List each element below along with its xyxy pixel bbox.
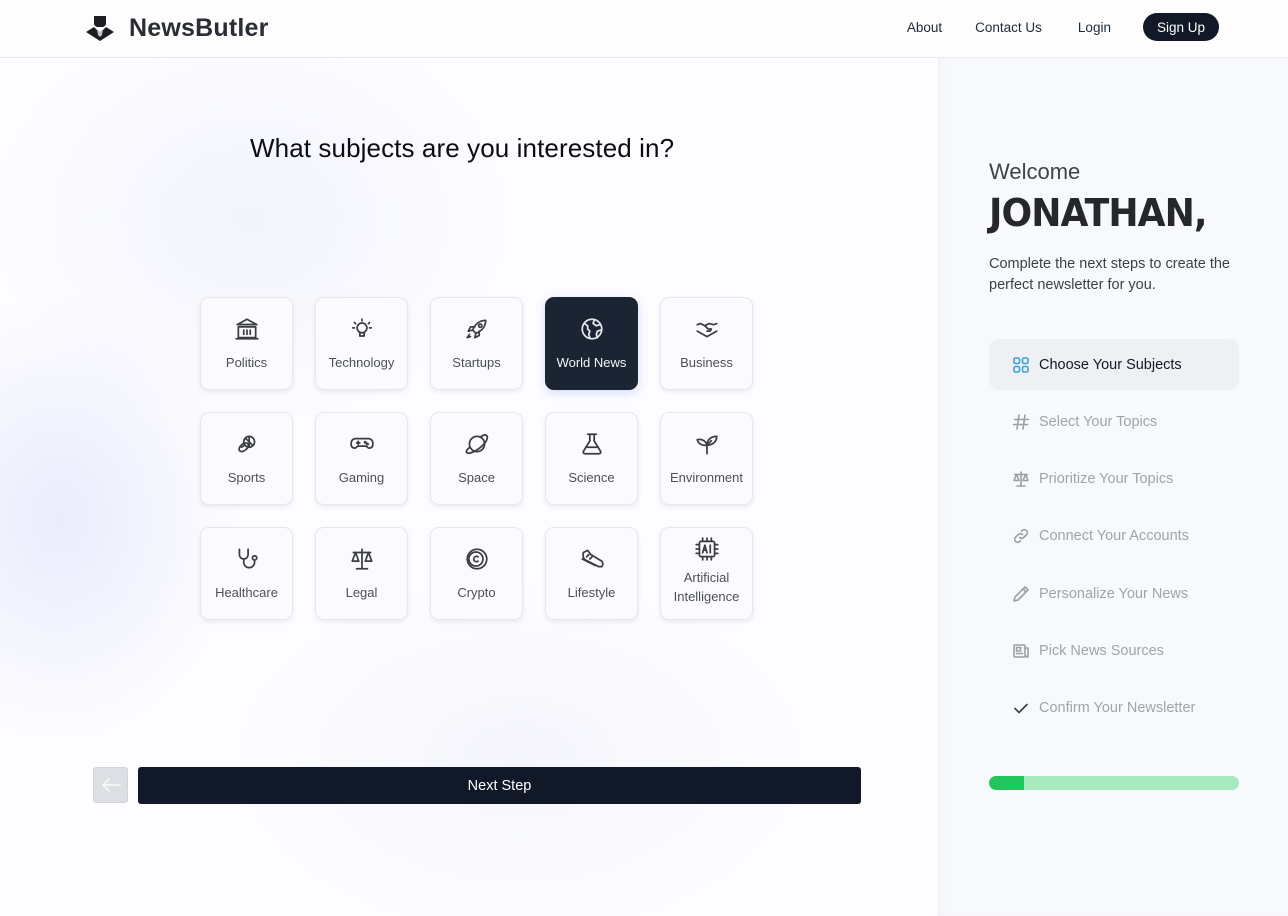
- subject-label: Artificial Intelligence: [673, 569, 740, 604]
- subject-tile-environment[interactable]: Environment: [660, 412, 753, 505]
- onboarding-sidebar: Welcome JONATHAN, Complete the next step…: [938, 58, 1288, 916]
- link-icon: [1013, 529, 1029, 544]
- subject-label: World News: [556, 354, 627, 370]
- next-step-button[interactable]: Next Step: [138, 767, 861, 804]
- page-question: What subjects are you interested in?: [250, 133, 675, 163]
- subject-tile-space[interactable]: Space: [430, 412, 523, 505]
- grid-icon: [1013, 356, 1029, 373]
- newspaper-icon: [1013, 644, 1029, 658]
- step-prioritize-topics[interactable]: Prioritize Your Topics: [989, 454, 1239, 505]
- subject-tile-science[interactable]: Science: [545, 412, 638, 505]
- ai-chip-icon: [694, 536, 719, 561]
- nav-login-link[interactable]: Login: [1078, 20, 1111, 35]
- sign-up-button[interactable]: Sign Up: [1142, 13, 1219, 41]
- subject-tile-crypto[interactable]: Crypto: [430, 527, 523, 620]
- subject-label: Space: [458, 469, 495, 485]
- subject-label: Technology: [328, 354, 395, 370]
- sprout-icon: [695, 435, 718, 455]
- step-label: Personalize Your News: [1039, 585, 1189, 602]
- step-personalize-news[interactable]: Personalize Your News: [989, 568, 1239, 619]
- sports-balls-icon: [237, 435, 255, 452]
- capitol-building-icon: [234, 317, 259, 340]
- coin-icon: [465, 547, 488, 570]
- nav-contact-link[interactable]: Contact Us: [975, 20, 1042, 35]
- subject-label: Environment: [670, 469, 743, 485]
- subject-tile-healthcare[interactable]: Healthcare: [200, 527, 293, 620]
- subject-label: Politics: [225, 354, 268, 370]
- back-button[interactable]: [93, 767, 128, 803]
- top-nav-bar: NewsButler About Contact Us Login Sign U…: [0, 0, 1288, 58]
- subject-tile-startups[interactable]: Startups: [430, 297, 523, 390]
- step-label: Connect Your Accounts: [1039, 528, 1189, 545]
- main-panel: What subjects are you interested in? Pol…: [0, 58, 938, 916]
- step-pick-sources[interactable]: Pick News Sources: [989, 625, 1239, 676]
- planet-icon: [464, 433, 488, 454]
- step-label: Prioritize Your Topics: [1039, 471, 1174, 488]
- subject-label: Lifestyle: [567, 584, 616, 600]
- subject-grid: Politics Technology Startups World News …: [200, 297, 753, 620]
- hash-icon: [1012, 413, 1030, 430]
- step-list: Choose Your Subjects Select Your Topics …: [989, 339, 1239, 740]
- step-label: Pick News Sources: [1039, 642, 1164, 659]
- subject-label: Healthcare: [215, 584, 278, 600]
- progress-fill: [989, 776, 1024, 790]
- subject-tile-lifestyle[interactable]: Lifestyle: [545, 527, 638, 620]
- flask-icon: [581, 432, 602, 455]
- onboarding-progress-bar: [989, 776, 1239, 790]
- step-label: Confirm Your Newsletter: [1039, 700, 1196, 717]
- subject-tile-business[interactable]: Business: [660, 297, 753, 390]
- subject-label: Crypto: [457, 584, 496, 600]
- subject-tile-politics[interactable]: Politics: [200, 297, 293, 390]
- subject-tile-sports[interactable]: Sports: [200, 412, 293, 505]
- step-confirm-newsletter[interactable]: Confirm Your Newsletter: [989, 683, 1239, 734]
- stethoscope-icon: [238, 547, 258, 568]
- subject-tile-artificial-intelligence[interactable]: Artificial Intelligence: [660, 527, 753, 620]
- subject-label: Science: [568, 469, 615, 485]
- subject-tile-legal[interactable]: Legal: [315, 527, 408, 620]
- intro-text: Complete the next steps to create the pe…: [989, 256, 1230, 293]
- step-choose-subjects[interactable]: Choose Your Subjects: [989, 339, 1239, 390]
- lightbulb-icon: [351, 317, 372, 337]
- gamepad-icon: [349, 437, 374, 449]
- check-icon: [1014, 703, 1028, 714]
- step-select-topics[interactable]: Select Your Topics: [989, 396, 1239, 447]
- rocket-icon: [465, 318, 487, 339]
- brand-logo[interactable]: NewsButler: [85, 13, 269, 43]
- subject-label: Gaming: [338, 469, 385, 485]
- step-label: Select Your Topics: [1039, 413, 1158, 430]
- subject-tile-gaming[interactable]: Gaming: [315, 412, 408, 505]
- subject-label: Business: [680, 354, 733, 370]
- pencil-icon: [1013, 585, 1029, 602]
- subject-label: Legal: [345, 584, 378, 600]
- scale-icon: [350, 547, 373, 570]
- handshake-icon: [695, 322, 718, 337]
- user-name: JONATHAN,: [989, 191, 1208, 235]
- scale-icon: [1013, 471, 1029, 487]
- subject-label: Startups: [452, 354, 501, 370]
- arrow-left-icon: [101, 778, 121, 792]
- globe-icon: [580, 317, 603, 340]
- subject-tile-world-news[interactable]: World News: [545, 297, 638, 390]
- step-connect-accounts[interactable]: Connect Your Accounts: [989, 511, 1239, 562]
- sneaker-icon: [580, 548, 604, 567]
- nav-about-link[interactable]: About: [907, 20, 942, 35]
- welcome-text: Welcome: [989, 159, 1081, 184]
- subject-tile-technology[interactable]: Technology: [315, 297, 408, 390]
- step-label: Choose Your Subjects: [1039, 356, 1182, 373]
- nav-links: About Contact Us Login Sign Up: [907, 13, 1219, 41]
- butler-icon: [86, 16, 114, 41]
- subject-label: Sports: [227, 469, 266, 485]
- brand-name: NewsButler: [129, 13, 269, 42]
